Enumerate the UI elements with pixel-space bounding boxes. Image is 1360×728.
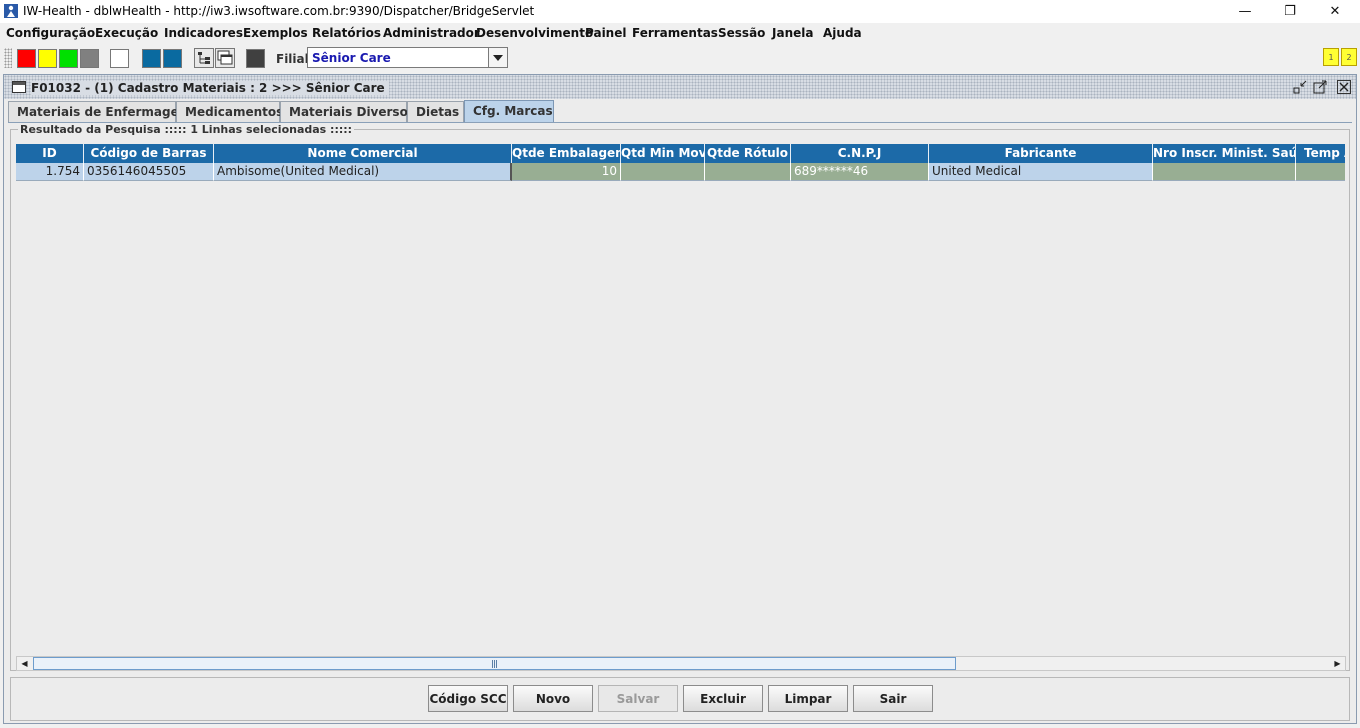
tab-medicamentos[interactable]: Medicamentos bbox=[176, 101, 283, 122]
restore-icon[interactable]: ❐ bbox=[1267, 0, 1313, 23]
col-nome-comercial[interactable]: Nome Comercial bbox=[214, 144, 512, 163]
col-nro-inscr[interactable]: Nro Inscr. Minist. Saúde bbox=[1153, 144, 1296, 163]
window-title-bar: IW-Health - dblwHealth - http://iw3.iwso… bbox=[0, 0, 1360, 23]
maximize-frame-icon[interactable] bbox=[1313, 80, 1327, 94]
cell-nome-comercial[interactable]: Ambisome(United Medical) bbox=[214, 163, 512, 181]
tree-view-button[interactable] bbox=[194, 48, 214, 68]
windows-icon bbox=[217, 50, 233, 65]
window-title: IW-Health - dblwHealth - http://iw3.iwso… bbox=[23, 4, 535, 18]
tab-materiais-diversos[interactable]: Materiais Diversos bbox=[280, 101, 415, 122]
col-fabricante[interactable]: Fabricante bbox=[929, 144, 1153, 163]
menu-painel[interactable]: Painel bbox=[585, 26, 626, 40]
cell-qtde-rotulo[interactable] bbox=[705, 163, 791, 181]
menu-ajuda[interactable]: Ajuda bbox=[823, 26, 862, 40]
close-frame-icon[interactable] bbox=[1337, 80, 1351, 94]
menu-sessao[interactable]: Sessão bbox=[718, 26, 765, 40]
menu-ferramentas[interactable]: Ferramentas bbox=[632, 26, 718, 40]
color-red-button[interactable] bbox=[17, 49, 36, 68]
notification-tag-2[interactable]: 2 bbox=[1341, 48, 1357, 66]
menu-exemplos[interactable]: Exemplos bbox=[243, 26, 308, 40]
color-white-button[interactable] bbox=[110, 49, 129, 68]
table-row[interactable]: 1.754 0356146045505 Ambisome(United Medi… bbox=[16, 163, 1345, 181]
limpar-button[interactable]: Limpar bbox=[768, 685, 848, 712]
tab-cfg-marcas[interactable]: Cfg. Marcas bbox=[464, 100, 554, 123]
cell-qtd-min-mov[interactable] bbox=[621, 163, 705, 181]
internal-frame: F01032 - (1) Cadastro Materiais : 2 >>> … bbox=[3, 74, 1357, 724]
col-temp[interactable]: Temp A bbox=[1296, 144, 1345, 163]
novo-button[interactable]: Novo bbox=[513, 685, 593, 712]
minimize-frame-icon[interactable] bbox=[1293, 80, 1307, 94]
excluir-button[interactable]: Excluir bbox=[683, 685, 763, 712]
toolbar: Filial: bbox=[0, 44, 1360, 72]
cell-temp[interactable] bbox=[1296, 163, 1345, 181]
scrollbar-thumb[interactable] bbox=[33, 657, 956, 670]
codigo-scc-button[interactable]: Código SCC bbox=[428, 685, 508, 712]
tree-icon bbox=[198, 52, 210, 64]
tab-bar: Materiais de Enfermagem Medicamentos Mat… bbox=[8, 100, 1352, 123]
table-header: ID Código de Barras Nome Comercial Qtde … bbox=[16, 144, 1345, 163]
menu-execucao[interactable]: Execução bbox=[95, 26, 158, 40]
col-cnpj[interactable]: C.N.P.J bbox=[791, 144, 929, 163]
results-legend: Resultado da Pesquisa ::::: 1 Linhas sel… bbox=[18, 123, 355, 136]
button-bar bbox=[10, 677, 1350, 721]
window-list-button[interactable] bbox=[215, 48, 235, 68]
cell-id[interactable]: 1.754 bbox=[16, 163, 84, 181]
minimize-icon[interactable]: — bbox=[1222, 0, 1268, 23]
toolbar-grip[interactable] bbox=[4, 48, 12, 68]
col-qtde-rotulo[interactable]: Qtde Rótulo bbox=[705, 144, 791, 163]
scroll-right-icon[interactable]: ▶ bbox=[1330, 657, 1345, 670]
filial-select[interactable]: Sênior Care bbox=[307, 47, 508, 68]
color-blue-alt-button[interactable] bbox=[163, 49, 182, 68]
cell-cnpj[interactable]: 689******46 bbox=[791, 163, 929, 181]
menu-indicadores[interactable]: Indicadores bbox=[164, 26, 243, 40]
notification-tag-1[interactable]: 1 bbox=[1323, 48, 1339, 66]
chevron-down-icon[interactable] bbox=[488, 48, 507, 67]
col-id[interactable]: ID bbox=[16, 144, 84, 163]
menu-janela[interactable]: Janela bbox=[772, 26, 813, 40]
color-gray-button[interactable] bbox=[80, 49, 99, 68]
col-qtde-embalagem[interactable]: Qtde Embalagem bbox=[512, 144, 621, 163]
tab-materiais-enfermagem[interactable]: Materiais de Enfermagem bbox=[8, 101, 191, 122]
sair-button[interactable]: Sair bbox=[853, 685, 933, 712]
cell-fabricante[interactable]: United Medical bbox=[929, 163, 1153, 181]
frame-window-icon bbox=[12, 81, 26, 93]
filial-value: Sênior Care bbox=[312, 51, 391, 65]
frame-title-bar: F01032 - (1) Cadastro Materiais : 2 >>> … bbox=[4, 75, 1356, 99]
color-blue-button[interactable] bbox=[142, 49, 161, 68]
color-dark-button[interactable] bbox=[246, 49, 265, 68]
menu-desenvolvimento[interactable]: Desenvolvimento bbox=[476, 26, 593, 40]
col-codigo-barras[interactable]: Código de Barras bbox=[84, 144, 214, 163]
cell-nro-inscr[interactable] bbox=[1153, 163, 1296, 181]
scrollbar-grip bbox=[492, 660, 498, 668]
color-yellow-button[interactable] bbox=[38, 49, 57, 68]
close-icon[interactable]: ✕ bbox=[1312, 0, 1358, 23]
menu-administrador[interactable]: Administrador bbox=[383, 26, 480, 40]
cell-qtde-embalagem[interactable]: 10 bbox=[512, 163, 621, 181]
cell-codigo-barras[interactable]: 0356146045505 bbox=[84, 163, 214, 181]
tab-dietas[interactable]: Dietas bbox=[407, 101, 464, 122]
horizontal-scrollbar[interactable]: ◀ ▶ bbox=[16, 656, 1346, 671]
menu-configuracao[interactable]: Configuração bbox=[6, 26, 95, 40]
menu-bar: Configuração Execução Indicadores Exempl… bbox=[0, 23, 1360, 43]
menu-relatorios[interactable]: Relatórios bbox=[312, 26, 381, 40]
color-green-button[interactable] bbox=[59, 49, 78, 68]
col-qtd-min-mov[interactable]: Qtd Min Mov bbox=[621, 144, 705, 163]
frame-title: F01032 - (1) Cadastro Materiais : 2 >>> … bbox=[31, 81, 389, 95]
salvar-button[interactable]: Salvar bbox=[598, 685, 678, 712]
scroll-left-icon[interactable]: ◀ bbox=[17, 657, 32, 670]
app-icon bbox=[4, 4, 18, 18]
results-table: ID Código de Barras Nome Comercial Qtde … bbox=[16, 144, 1345, 654]
